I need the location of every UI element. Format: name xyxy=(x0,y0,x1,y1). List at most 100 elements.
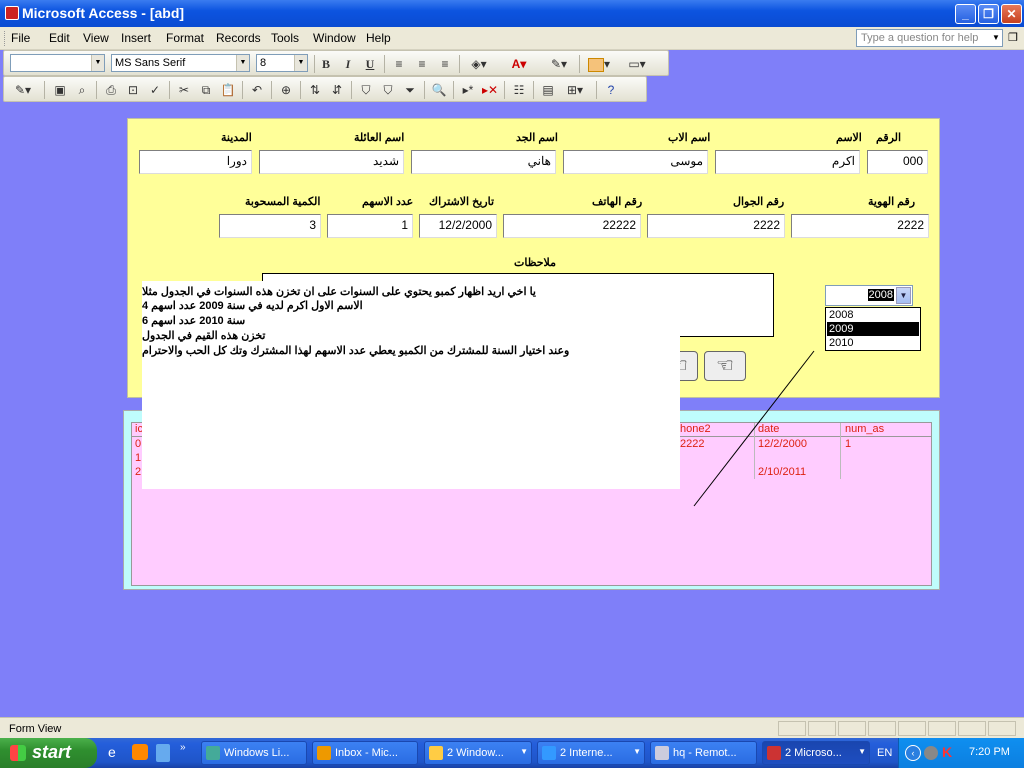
menu-tools[interactable]: Tools xyxy=(271,31,299,45)
hyperlink-icon[interactable]: ⊕ xyxy=(276,80,296,100)
father-name-field[interactable]: موسى xyxy=(563,150,708,174)
task-remote-desktop[interactable]: hq - Remot... xyxy=(650,741,757,765)
chevron-down-icon: ▼ xyxy=(91,55,104,71)
windows-live-icon xyxy=(206,746,220,760)
separator xyxy=(424,81,425,99)
ie-icon[interactable]: e xyxy=(108,744,126,762)
task-windows-explorer[interactable]: 2 Window... ▼ xyxy=(424,741,532,765)
antivirus-icon[interactable]: K xyxy=(942,744,952,760)
phone-field[interactable]: 22222 xyxy=(503,214,641,238)
print-preview-icon[interactable]: ⊡ xyxy=(123,80,143,100)
shares-count-field[interactable]: 1 xyxy=(327,214,413,238)
delete-record-icon[interactable]: ▸✕ xyxy=(480,80,500,100)
properties-icon[interactable]: ☷ xyxy=(509,80,529,100)
align-center-icon[interactable]: ≡ xyxy=(412,54,432,74)
paste-icon[interactable]: 📋 xyxy=(218,80,238,100)
restore-button[interactable]: ❐ xyxy=(978,4,999,24)
line-width-icon[interactable]: ▭▾ xyxy=(622,54,652,74)
separator xyxy=(453,81,454,99)
border-icon[interactable]: ▾ xyxy=(584,54,614,74)
apply-filter-icon[interactable]: ⏷ xyxy=(400,80,420,100)
underline-button[interactable]: U xyxy=(360,54,380,74)
undo-icon[interactable]: ↶ xyxy=(247,80,267,100)
row-id-cell[interactable]: 2 xyxy=(135,466,141,478)
fill-color-icon[interactable]: ◈▾ xyxy=(464,54,494,74)
filter-by-selection-icon[interactable]: ⛉ xyxy=(356,80,376,100)
start-button[interactable]: start xyxy=(0,738,97,768)
grandfather-name-field[interactable]: هاني xyxy=(411,150,556,174)
font-name-value: MS Sans Serif xyxy=(115,57,186,69)
folder-icon xyxy=(429,746,443,760)
menu-insert[interactable]: Insert xyxy=(121,31,151,45)
bold-button[interactable]: B xyxy=(316,54,336,74)
sort-descending-icon[interactable]: ⇵ xyxy=(327,80,347,100)
withdrawn-quantity-field[interactable]: 3 xyxy=(219,214,321,238)
filter-by-form-icon[interactable]: ⛉ xyxy=(378,80,398,100)
cut-icon[interactable]: ✂ xyxy=(174,80,194,100)
subscription-date-field[interactable]: 12/2/2000 xyxy=(419,214,497,238)
spelling-icon[interactable]: ✓ xyxy=(145,80,165,100)
restore-child-icon[interactable]: ❐ xyxy=(1008,31,1018,44)
menu-file[interactable]: File xyxy=(11,31,30,45)
year-option[interactable]: 2010 xyxy=(827,336,919,350)
sort-ascending-icon[interactable]: ⇅ xyxy=(305,80,325,100)
find-icon[interactable]: 🔍 xyxy=(429,80,449,100)
view-icon[interactable]: ✎▾ xyxy=(8,80,38,100)
new-object-icon[interactable]: ⊞▾ xyxy=(560,80,590,100)
chevron-down-icon[interactable]: ▼ xyxy=(990,30,1002,46)
access-app-icon[interactable] xyxy=(5,6,19,20)
separator xyxy=(44,81,45,99)
align-right-icon[interactable]: ≡ xyxy=(435,54,455,74)
year-option[interactable]: 2008 xyxy=(827,308,919,322)
menu-format[interactable]: Format xyxy=(166,31,204,45)
italic-button[interactable]: I xyxy=(338,54,358,74)
row-id-cell[interactable]: 0 xyxy=(135,438,141,450)
minimize-button[interactable]: _ xyxy=(955,4,976,24)
search-icon[interactable]: ⌕ xyxy=(72,80,92,100)
save-icon[interactable]: ▣ xyxy=(50,80,70,100)
copy-icon[interactable]: ⧉ xyxy=(196,80,216,100)
task-internet-explorer[interactable]: 2 Interne... ▼ xyxy=(537,741,645,765)
city-field[interactable]: دورا xyxy=(139,150,252,174)
database-window-icon[interactable]: ▤ xyxy=(538,80,558,100)
task-inbox[interactable]: Inbox - Mic... xyxy=(312,741,418,765)
ie-icon xyxy=(542,746,556,760)
new-record-icon[interactable]: ▸* xyxy=(458,80,478,100)
language-indicator[interactable]: EN xyxy=(877,747,892,759)
quick-launch-icon[interactable] xyxy=(132,744,148,760)
row-id-cell[interactable]: 1 xyxy=(135,452,141,464)
name-field[interactable]: اكرم xyxy=(715,150,860,174)
national-id-field[interactable]: 2222 xyxy=(791,214,929,238)
menu-help[interactable]: Help xyxy=(366,31,391,45)
chevron-left-icon[interactable]: ‹ xyxy=(905,745,921,761)
mobile-field[interactable]: 2222 xyxy=(647,214,785,238)
help-icon[interactable]: ? xyxy=(601,80,621,100)
year-option-selected[interactable]: 2009 xyxy=(827,322,919,336)
font-size-select[interactable]: 8 ▼ xyxy=(256,54,308,72)
name-label: الاسم xyxy=(836,132,862,144)
chevron-down-icon[interactable]: ▼ xyxy=(896,287,911,304)
object-select[interactable]: ▼ xyxy=(10,54,105,72)
task-label: 2 Window... xyxy=(447,747,504,759)
menu-records[interactable]: Records xyxy=(216,31,261,45)
menu-edit[interactable]: Edit xyxy=(49,31,70,45)
id-field[interactable]: 000 xyxy=(867,150,928,174)
tray-icon[interactable] xyxy=(924,746,938,760)
column-header-num-as[interactable]: num_as xyxy=(845,423,884,436)
align-left-icon[interactable]: ≡ xyxy=(389,54,409,74)
row-num-as-cell[interactable]: 1 xyxy=(845,438,851,450)
close-button[interactable]: ✕ xyxy=(1001,4,1022,24)
chevron-right-icon[interactable]: » xyxy=(180,742,186,753)
family-name-field[interactable]: شديد xyxy=(259,150,404,174)
font-color-icon[interactable]: A▾ xyxy=(504,54,534,74)
year-combo[interactable]: 2008 ▼ xyxy=(825,285,913,306)
menu-window[interactable]: Window xyxy=(313,31,356,45)
font-name-select[interactable]: MS Sans Serif ▼ xyxy=(111,54,250,72)
help-search-input[interactable]: Type a question for help ▼ xyxy=(856,29,1003,47)
print-icon[interactable]: ⎙ xyxy=(101,80,121,100)
line-color-icon[interactable]: ✎▾ xyxy=(544,54,574,74)
task-windows-live[interactable]: Windows Li... xyxy=(201,741,307,765)
menu-view[interactable]: View xyxy=(83,31,109,45)
task-microsoft-access[interactable]: 2 Microso... ▼ xyxy=(762,741,870,765)
quick-launch-icon[interactable] xyxy=(156,744,170,762)
